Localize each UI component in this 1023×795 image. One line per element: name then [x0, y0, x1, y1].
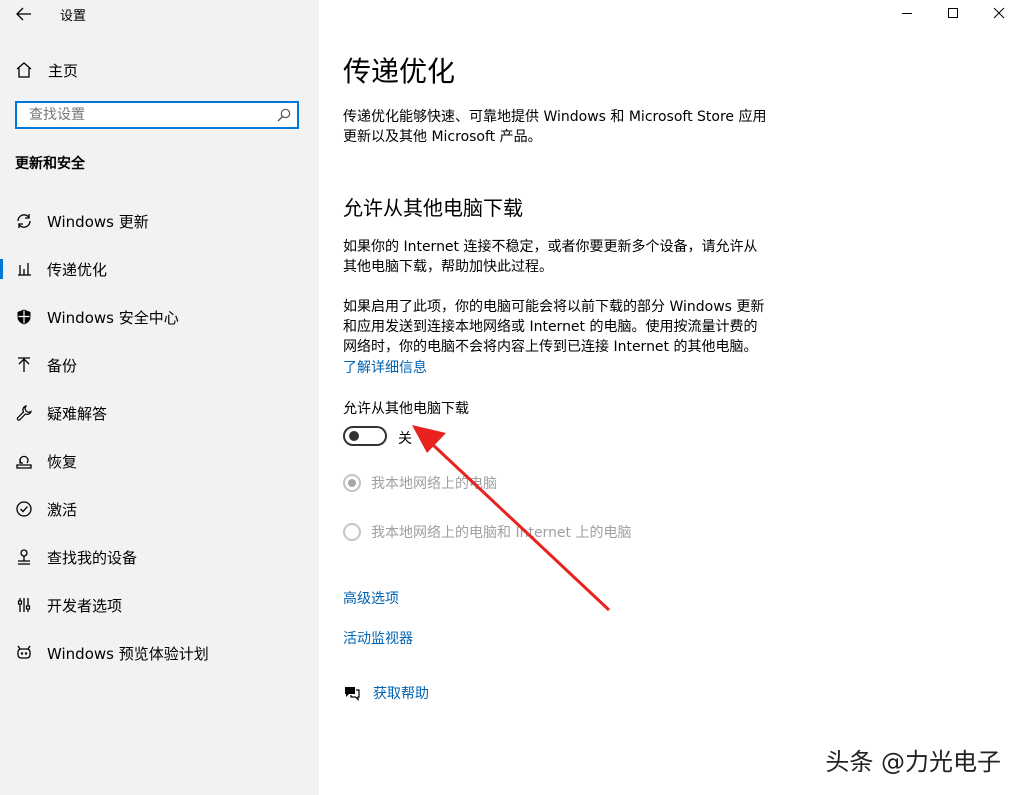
advanced-options-link[interactable]: 高级选项: [343, 588, 399, 608]
description-paragraph-2: 如果启用了此项，你的电脑可能会将以前下载的部分 Windows 更新 和应用发送…: [343, 297, 793, 357]
find-device-icon: [14, 547, 34, 567]
back-button[interactable]: [10, 2, 38, 26]
sidebar-item-label: 查找我的设备: [47, 548, 138, 567]
toggle-knob: [349, 431, 359, 441]
sidebar-item-label: 传递优化: [47, 260, 108, 279]
sidebar-item-find-my-device[interactable]: 查找我的设备: [0, 533, 319, 581]
sidebar: 设置 主页 更新和安全 Windows 更新 传递优化: [0, 0, 319, 795]
sync-icon: [14, 211, 34, 231]
intro-line-1: 传递优化能够快速、可靠地提供 Windows 和 Microsoft Store…: [343, 109, 767, 125]
sidebar-item-troubleshoot[interactable]: 疑难解答: [0, 389, 319, 437]
home-icon: [14, 60, 34, 80]
maximize-button[interactable]: [930, 0, 976, 26]
selection-indicator: [0, 259, 3, 279]
description-paragraph-1: 如果你的 Internet 连接不稳定，或者你要更新多个设备，请允许从 其他电脑…: [343, 237, 793, 277]
sidebar-item-label: 激活: [47, 500, 78, 519]
sidebar-item-windows-update[interactable]: Windows 更新: [0, 197, 319, 245]
search-input[interactable]: [27, 106, 261, 124]
para2-line-2: 和应用发送到连接本地网络或 Internet 的电脑。使用按流量计费的: [343, 319, 758, 335]
chat-help-icon: [345, 687, 360, 701]
sidebar-item-label: Windows 预览体验计划: [47, 644, 209, 663]
recovery-icon: [14, 451, 34, 471]
sidebar-item-activation[interactable]: 激活: [0, 485, 319, 533]
sidebar-nav: Windows 更新 传递优化 Windows 安全中心 备份 疑难解答 恢复 …: [0, 197, 319, 677]
intro-text: 传递优化能够快速、可靠地提供 Windows 和 Microsoft Store…: [343, 107, 793, 147]
watermark: 头条 @力光电子: [825, 748, 1001, 776]
section-heading: 允许从其他电脑下载: [343, 196, 523, 220]
para1-line-2: 其他电脑下载，帮助加快此过程。: [343, 259, 553, 275]
close-button[interactable]: [976, 0, 1022, 26]
section-title: 更新和安全: [15, 156, 85, 172]
minimize-button[interactable]: [884, 0, 930, 26]
wrench-icon: [14, 403, 34, 423]
radio-local-and-internet[interactable]: 我本地网络上的电脑和 Internet 上的电脑: [343, 522, 632, 542]
home-button[interactable]: 主页: [14, 58, 78, 82]
sidebar-item-label: Windows 安全中心: [47, 308, 179, 327]
get-help-link[interactable]: 获取帮助: [343, 683, 429, 703]
check-circle-icon: [14, 499, 34, 519]
sidebar-item-label: 疑难解答: [47, 404, 108, 423]
radio-button[interactable]: [343, 523, 361, 541]
delivery-optimization-icon: [14, 259, 34, 279]
sidebar-item-recovery[interactable]: 恢复: [0, 437, 319, 485]
sidebar-item-developer-options[interactable]: 开发者选项: [0, 581, 319, 629]
app-title: 设置: [60, 9, 87, 24]
home-label: 主页: [48, 61, 79, 80]
para2-line-3: 网络时，你的电脑不会将内容上传到已连接 Internet 的其他电脑。: [343, 339, 758, 355]
insider-icon: [14, 643, 34, 663]
intro-line-2: 更新以及其他 Microsoft 产品。: [343, 129, 542, 145]
search-icon[interactable]: [277, 108, 291, 122]
radio-local-network[interactable]: 我本地网络上的电脑: [343, 473, 497, 493]
toggle-state-text: 关: [398, 431, 412, 447]
sidebar-item-backup[interactable]: 备份: [0, 341, 319, 389]
arrow-left-icon: [16, 7, 31, 21]
minimize-icon: [902, 13, 912, 14]
search-box: [15, 101, 299, 129]
radio-label: 我本地网络上的电脑: [371, 476, 497, 492]
sidebar-item-delivery-optimization[interactable]: 传递优化: [0, 245, 319, 293]
para1-line-1: 如果你的 Internet 连接不稳定，或者你要更新多个设备，请允许从: [343, 239, 758, 255]
get-help-label: 获取帮助: [373, 686, 429, 702]
para2-line-1: 如果启用了此项，你的电脑可能会将以前下载的部分 Windows 更新: [343, 299, 765, 315]
backup-icon: [14, 355, 34, 375]
allow-downloads-toggle[interactable]: [343, 426, 387, 446]
maximize-icon: [948, 8, 958, 18]
shield-icon: [14, 307, 34, 327]
radio-label: 我本地网络上的电脑和 Internet 上的电脑: [371, 525, 632, 541]
sidebar-item-windows-security[interactable]: Windows 安全中心: [0, 293, 319, 341]
sidebar-item-label: 备份: [47, 356, 78, 375]
sidebar-item-label: Windows 更新: [47, 212, 149, 231]
sidebar-item-label: 恢复: [47, 452, 78, 471]
page-title: 传递优化: [343, 55, 456, 88]
toggle-label: 允许从其他电脑下载: [343, 401, 469, 417]
close-icon: [993, 7, 1005, 19]
radio-button[interactable]: [343, 474, 361, 492]
activity-monitor-link[interactable]: 活动监视器: [343, 628, 413, 648]
learn-more-link[interactable]: 了解详细信息: [343, 357, 427, 377]
sidebar-item-windows-insider[interactable]: Windows 预览体验计划: [0, 629, 319, 677]
developer-icon: [14, 595, 34, 615]
sidebar-item-label: 开发者选项: [47, 596, 123, 615]
